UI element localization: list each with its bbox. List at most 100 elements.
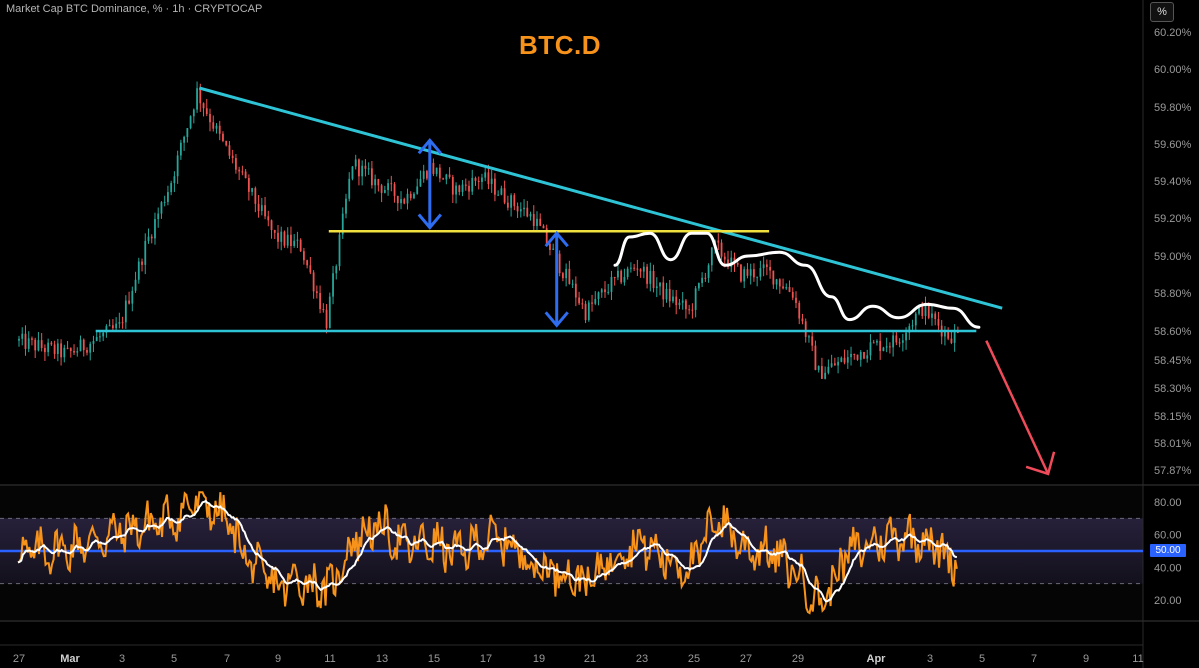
candle-body bbox=[27, 338, 30, 349]
candle-body bbox=[115, 323, 118, 329]
candle-body bbox=[315, 291, 318, 294]
candle-body bbox=[205, 108, 208, 115]
candle-body bbox=[218, 125, 221, 134]
candle-body bbox=[438, 167, 441, 179]
candle-body bbox=[503, 188, 506, 203]
candle-body bbox=[338, 234, 341, 267]
price-tick-label: 59.00% bbox=[1154, 251, 1192, 263]
time-tick-label: Mar bbox=[60, 653, 80, 665]
candle-body bbox=[286, 234, 289, 246]
price-tick-label: 60.00% bbox=[1154, 64, 1192, 76]
candle-body bbox=[154, 219, 156, 239]
candle-body bbox=[464, 184, 467, 186]
candle-body bbox=[685, 300, 687, 310]
time-tick-label: 11 bbox=[324, 653, 335, 665]
candle-body bbox=[442, 178, 445, 180]
candle-body bbox=[888, 346, 891, 348]
price-tick-label: 58.80% bbox=[1154, 288, 1192, 300]
candle-body bbox=[332, 273, 334, 297]
candle-body bbox=[542, 225, 545, 229]
candle-body bbox=[102, 332, 105, 337]
time-tick-label: 7 bbox=[1031, 653, 1037, 665]
percent-scale-toggle[interactable]: % bbox=[1150, 2, 1174, 22]
candle-body bbox=[189, 116, 192, 129]
candle-body bbox=[196, 88, 198, 110]
candle-body bbox=[497, 194, 500, 196]
candle-body bbox=[270, 220, 273, 231]
time-tick-label: 27 bbox=[740, 653, 752, 665]
candle-body bbox=[591, 302, 593, 304]
candle-body bbox=[241, 171, 244, 173]
candle-body bbox=[759, 268, 762, 277]
time-tick-label: 21 bbox=[584, 653, 596, 665]
candle-body bbox=[494, 178, 496, 195]
candle-body bbox=[536, 218, 538, 227]
price-tick-label: 59.20% bbox=[1154, 213, 1192, 225]
candle-body bbox=[594, 299, 597, 304]
candle-body bbox=[325, 309, 328, 329]
candle-body bbox=[869, 342, 872, 356]
candle-body bbox=[312, 272, 315, 292]
candle-body bbox=[306, 260, 309, 266]
candle-body bbox=[746, 269, 749, 276]
candle-body bbox=[183, 136, 186, 143]
candle-body bbox=[89, 343, 92, 353]
candle-body bbox=[642, 266, 645, 272]
candle-body bbox=[843, 357, 846, 363]
candle-body bbox=[44, 347, 46, 353]
candle-body bbox=[377, 179, 380, 186]
candle-body bbox=[111, 325, 114, 329]
candle-body bbox=[694, 288, 697, 310]
candle-body bbox=[299, 239, 302, 252]
candle-body bbox=[481, 177, 483, 182]
candle-body bbox=[448, 174, 451, 177]
candle-body bbox=[173, 176, 176, 184]
candle-body bbox=[422, 171, 425, 179]
candle-body bbox=[56, 343, 59, 354]
chart-canvas: 60.20% 60.00% 59.80% 59.60% 59.40% 59.20% 59.0… bbox=[0, 0, 1199, 668]
candle-body bbox=[795, 297, 797, 303]
candle-body bbox=[655, 286, 658, 289]
candle-body bbox=[753, 269, 755, 278]
candle-body bbox=[66, 347, 69, 349]
rsi-midline-label: 50.00 bbox=[1150, 544, 1186, 557]
time-tick-label: 19 bbox=[533, 653, 545, 665]
candle-body bbox=[898, 342, 901, 344]
candle-body bbox=[879, 340, 882, 352]
candle-body bbox=[40, 340, 43, 348]
candle-body bbox=[519, 209, 522, 212]
candle-body bbox=[723, 256, 726, 260]
candle-body bbox=[351, 166, 354, 179]
candle-body bbox=[600, 289, 603, 293]
time-tick-label: 5 bbox=[979, 653, 985, 665]
candle-body bbox=[610, 277, 613, 292]
candle-body bbox=[69, 348, 72, 351]
candle-body bbox=[283, 231, 286, 246]
rsi-tick-label: 60.00 bbox=[1154, 530, 1182, 542]
candle-body bbox=[629, 267, 632, 269]
candle-body bbox=[901, 340, 904, 343]
candle-body bbox=[147, 236, 150, 241]
candle-body bbox=[383, 190, 386, 193]
candle-body bbox=[296, 239, 299, 241]
time-tick-label: 27 bbox=[13, 653, 25, 665]
candle-body bbox=[202, 103, 205, 109]
candle-body bbox=[92, 341, 95, 344]
candle-body bbox=[380, 185, 383, 193]
candle-body bbox=[620, 270, 623, 283]
candle-body bbox=[613, 277, 616, 279]
candle-body bbox=[390, 183, 393, 185]
time-tick-label: 29 bbox=[792, 653, 804, 665]
candle-body bbox=[31, 338, 33, 340]
candle-body bbox=[529, 214, 532, 217]
candle-body bbox=[419, 178, 422, 187]
time-tick-label: 25 bbox=[688, 653, 700, 665]
candle-body bbox=[461, 184, 464, 192]
candle-body bbox=[367, 168, 370, 170]
candle-body bbox=[769, 266, 771, 271]
candle-body bbox=[672, 296, 674, 302]
candle-body bbox=[228, 145, 231, 156]
candle-body bbox=[396, 195, 399, 204]
candle-body bbox=[108, 325, 111, 327]
candle-body bbox=[118, 322, 121, 324]
